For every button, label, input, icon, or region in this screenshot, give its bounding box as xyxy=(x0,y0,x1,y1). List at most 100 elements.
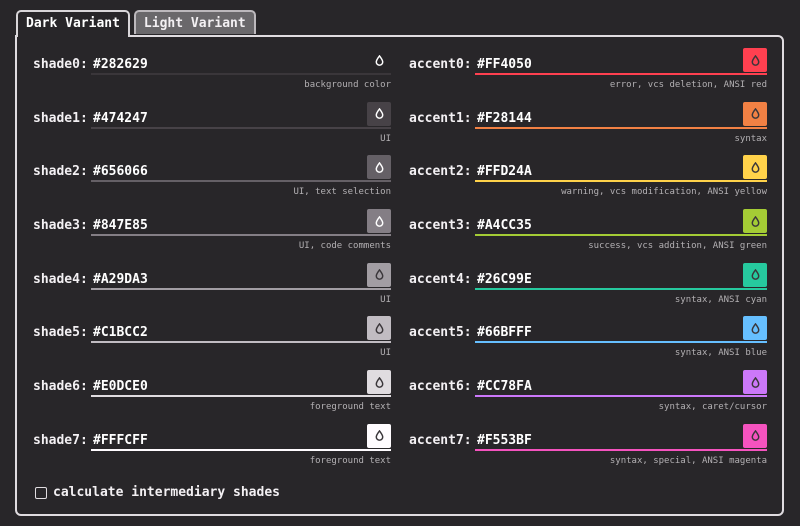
shade-label: shade5: xyxy=(33,325,88,341)
shade-row-4: shade4: #A29DA3 UI xyxy=(33,262,391,320)
shade-hex-value[interactable]: #FFFCFF xyxy=(93,433,148,448)
accent-description: syntax, ANSI cyan xyxy=(674,294,767,305)
shade-color-input[interactable]: #FFFCFF xyxy=(91,423,391,451)
accent-color-swatch[interactable] xyxy=(743,423,767,448)
accent-description: syntax, special, ANSI magenta xyxy=(609,455,767,466)
accent-hex-value[interactable]: #FF4050 xyxy=(477,57,532,72)
accent-row-0: accent0: #FF4050 error, vcs deletion, ANSI… xyxy=(409,48,767,105)
checkbox-label: calculate intermediary shades xyxy=(53,485,280,500)
accent-description: syntax, ANSI blue xyxy=(674,348,767,359)
shade-label: shade6: xyxy=(33,379,88,395)
shade-color-input[interactable]: #282629 xyxy=(91,48,391,75)
shade-description: foreground text xyxy=(309,402,391,413)
accent-hex-value[interactable]: #CC78FA xyxy=(477,379,532,394)
accent-color-swatch[interactable] xyxy=(743,209,767,234)
shade-color-input[interactable]: #474247 xyxy=(91,101,391,129)
accent-color-swatch[interactable] xyxy=(743,316,767,341)
shade-label: shade3: xyxy=(33,218,88,234)
shade-row-3: shade3: #847E85 UI, code comments xyxy=(33,209,391,266)
accent-color-swatch[interactable] xyxy=(743,101,767,126)
droplet-icon xyxy=(375,376,383,388)
shade-row-0: shade0: #282629 background color xyxy=(33,48,391,105)
droplet-icon xyxy=(375,215,383,227)
shade-hex-value[interactable]: #847E85 xyxy=(93,218,148,233)
shades-column: shade0: #282629 background color shade1: #47… xyxy=(33,48,391,481)
shade-row-1: shade1: #474247 UI xyxy=(33,101,391,159)
accent-color-swatch[interactable] xyxy=(743,262,767,287)
accent-label: accent6: xyxy=(409,379,472,395)
accent-color-swatch[interactable] xyxy=(743,48,767,72)
accent-row-6: accent6: #CC78FA syntax, caret/cursor xyxy=(409,370,767,427)
shade-description: UI xyxy=(380,348,391,359)
shade-color-swatch[interactable] xyxy=(367,209,391,234)
accent-row-1: accent1: #F28144 syntax xyxy=(409,101,767,159)
shade-label: shade4: xyxy=(33,271,88,287)
shade-color-swatch[interactable] xyxy=(367,101,391,126)
accent-label: accent5: xyxy=(409,325,472,341)
tab-dark-variant[interactable]: Dark Variant xyxy=(16,10,130,37)
shade-color-swatch[interactable] xyxy=(367,48,391,72)
accent-row-3: accent3: #A4CC35 success, vcs addition, AN… xyxy=(409,209,767,266)
shade-description: UI xyxy=(380,133,391,144)
droplet-icon xyxy=(751,376,759,388)
shade-color-swatch[interactable] xyxy=(367,370,391,395)
accent-hex-value[interactable]: #26C99E xyxy=(477,272,532,287)
accent-hex-value[interactable]: #A4CC35 xyxy=(477,218,532,233)
accent-color-input[interactable]: #FFD24A xyxy=(475,155,767,183)
droplet-icon xyxy=(375,108,383,120)
accent-color-swatch[interactable] xyxy=(743,155,767,180)
accent-hex-value[interactable]: #F553BF xyxy=(477,433,532,448)
shade-color-swatch[interactable] xyxy=(367,316,391,341)
accent-label: accent3: xyxy=(409,218,472,234)
accent-row-7: accent7: #F553BF syntax, special, ANSI mag… xyxy=(409,423,767,481)
shade-hex-value[interactable]: #C1BCC2 xyxy=(93,325,148,340)
shade-hex-value[interactable]: #A29DA3 xyxy=(93,272,148,287)
intermediary-shades-option[interactable]: calculate intermediary shades xyxy=(35,485,280,500)
shade-hex-value[interactable]: #E0DCE0 xyxy=(93,379,148,394)
accents-column: accent0: #FF4050 error, vcs deletion, ANSI… xyxy=(409,48,767,481)
accent-hex-value[interactable]: #F28144 xyxy=(477,111,532,126)
shade-description: background color xyxy=(304,80,391,90)
accent-color-input[interactable]: #66BFFF xyxy=(475,316,767,344)
shade-color-swatch[interactable] xyxy=(367,262,391,287)
accent-color-swatch[interactable] xyxy=(743,370,767,395)
accent-hex-value[interactable]: #FFD24A xyxy=(477,164,532,179)
shade-color-input[interactable]: #A29DA3 xyxy=(91,262,391,290)
shade-label: shade1: xyxy=(33,110,88,126)
shade-hex-value[interactable]: #474247 xyxy=(93,111,148,126)
accent-row-2: accent2: #FFD24A warning, vcs modification… xyxy=(409,155,767,212)
palette-panel: shade0: #282629 background color shade1: #47… xyxy=(15,35,784,516)
accent-hex-value[interactable]: #66BFFF xyxy=(477,325,532,340)
shade-label: shade2: xyxy=(33,164,88,180)
shade-color-input[interactable]: #847E85 xyxy=(91,209,391,237)
shade-row-6: shade6: #E0DCE0 foreground text xyxy=(33,370,391,427)
shade-label: shade0: xyxy=(33,57,88,72)
accent-description: syntax xyxy=(734,133,767,144)
droplet-icon xyxy=(375,430,383,442)
accent-label: accent0: xyxy=(409,57,472,72)
droplet-icon xyxy=(751,161,759,173)
shade-color-swatch[interactable] xyxy=(367,155,391,180)
shade-color-input[interactable]: #656066 xyxy=(91,155,391,183)
shade-description: foreground text xyxy=(309,455,391,466)
accent-color-input[interactable]: #F553BF xyxy=(475,423,767,451)
accent-description: syntax, caret/cursor xyxy=(658,402,767,413)
shade-color-input[interactable]: #C1BCC2 xyxy=(91,316,391,344)
accent-row-5: accent5: #66BFFF syntax, ANSI blue xyxy=(409,316,767,373)
accent-label: accent7: xyxy=(409,432,472,448)
droplet-icon xyxy=(751,108,759,120)
accent-color-input[interactable]: #A4CC35 xyxy=(475,209,767,237)
accent-color-input[interactable]: #F28144 xyxy=(475,101,767,129)
shade-hex-value[interactable]: #282629 xyxy=(93,57,148,72)
accent-color-input[interactable]: #CC78FA xyxy=(475,370,767,398)
droplet-icon xyxy=(375,54,383,66)
accent-color-input[interactable]: #FF4050 xyxy=(475,48,767,75)
shade-hex-value[interactable]: #656066 xyxy=(93,164,148,179)
checkbox-icon[interactable] xyxy=(35,486,47,499)
tab-light-variant[interactable]: Light Variant xyxy=(133,10,256,34)
accent-label: accent1: xyxy=(409,110,472,126)
accent-color-input[interactable]: #26C99E xyxy=(475,262,767,290)
shade-description: UI, text selection xyxy=(293,187,391,198)
shade-color-swatch[interactable] xyxy=(367,423,391,448)
shade-color-input[interactable]: #E0DCE0 xyxy=(91,370,391,398)
